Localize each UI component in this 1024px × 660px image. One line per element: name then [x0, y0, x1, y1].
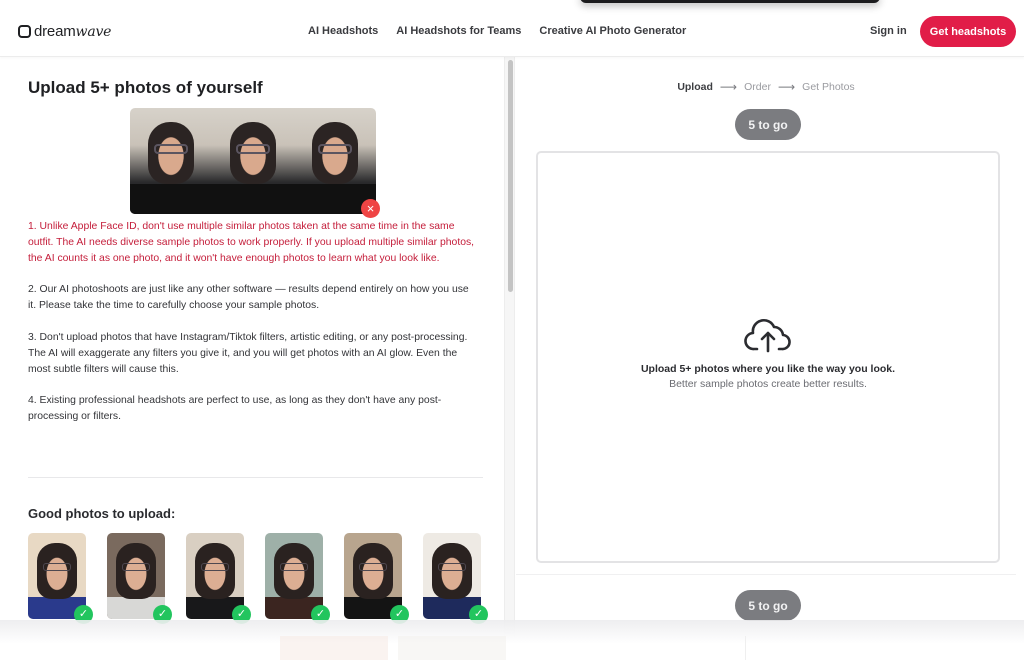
bad-example-photos [130, 108, 376, 214]
bottom-fade [0, 620, 1024, 660]
nav-ai-headshots-teams[interactable]: AI Headshots for Teams [396, 25, 521, 37]
upload-panel: Upload ⟶ Order ⟶ Get Photos 5 to go Uplo… [516, 57, 1016, 637]
tip-item: 4. Existing professional headshots are p… [28, 395, 442, 423]
logo-text-italic: wave [75, 24, 112, 40]
dropzone-title: Upload 5+ photos where you like the way … [640, 363, 896, 375]
good-photos-row: ✓ ✓ ✓ ✓ ✓ ✓ [28, 533, 498, 624]
nav-creative-generator[interactable]: Creative AI Photo Generator [539, 25, 686, 37]
tips-list: 1. Unlike Apple Face ID, don't use multi… [28, 219, 478, 441]
divider [745, 636, 746, 660]
photo-glasses [201, 563, 229, 571]
cloud-upload-icon [744, 318, 791, 353]
background-thumbnail [280, 636, 388, 660]
arrow-right-icon: ⟶ [719, 80, 738, 94]
progress-steps: Upload ⟶ Order ⟶ Get Photos [516, 80, 1016, 94]
tip-item: 2. Our AI photoshoots are just like any … [28, 284, 469, 312]
step-get-photos: Get Photos [802, 81, 855, 93]
photo-face [195, 543, 235, 599]
photo-face [116, 543, 156, 599]
bad-example-photo [130, 108, 212, 214]
overlay-bar [580, 0, 880, 3]
left-scrollbar[interactable] [504, 57, 515, 637]
photo-face [37, 543, 77, 599]
sign-in-link[interactable]: Sign in [870, 25, 907, 37]
instructions-panel: Upload 5+ photos of yourself × 1. Unlike… [12, 57, 504, 637]
good-photos-title: Good photos to upload: [28, 506, 176, 521]
nav-ai-headshots[interactable]: AI Headshots [308, 25, 378, 37]
background-thumbnail [398, 636, 506, 660]
scrollbar-thumb[interactable] [508, 60, 513, 292]
photo-glasses [43, 563, 71, 571]
upload-dropzone[interactable]: Upload 5+ photos where you like the way … [536, 151, 1000, 563]
divider [28, 477, 483, 478]
tip-item: 3. Don't upload photos that have Instagr… [28, 331, 468, 375]
tip-item: 1. Unlike Apple Face ID, don't use multi… [28, 221, 475, 264]
arrow-right-icon: ⟶ [777, 80, 796, 94]
dropzone-content: Upload 5+ photos where you like the way … [538, 315, 998, 390]
photo-glasses [359, 563, 387, 571]
bad-example-photo [294, 108, 376, 214]
dropzone-subtitle: Better sample photos create better resul… [669, 378, 867, 390]
close-icon: × [361, 199, 380, 218]
get-headshots-button[interactable]: Get headshots [920, 16, 1016, 47]
remaining-count-badge: 5 to go [735, 590, 801, 621]
page-title: Upload 5+ photos of yourself [28, 78, 263, 97]
bad-example-photo [212, 108, 294, 214]
photo-glasses [438, 563, 466, 571]
remaining-count-badge: 5 to go [735, 109, 801, 140]
logo-text: dreamwave [34, 23, 111, 40]
logo-text-main: dream [34, 23, 76, 40]
main-nav: AI Headshots AI Headshots for Teams Crea… [308, 25, 686, 37]
photo-face [432, 543, 472, 599]
logo-icon [18, 25, 31, 38]
step-upload: Upload [677, 81, 713, 93]
step-order: Order [744, 81, 771, 93]
divider [516, 574, 1016, 575]
logo[interactable]: dreamwave [18, 23, 111, 40]
photo-glasses [122, 563, 150, 571]
photo-face [274, 543, 314, 599]
photo-face [353, 543, 393, 599]
site-header: dreamwave AI Headshots AI Headshots for … [0, 0, 1024, 57]
photo-glasses [280, 563, 308, 571]
